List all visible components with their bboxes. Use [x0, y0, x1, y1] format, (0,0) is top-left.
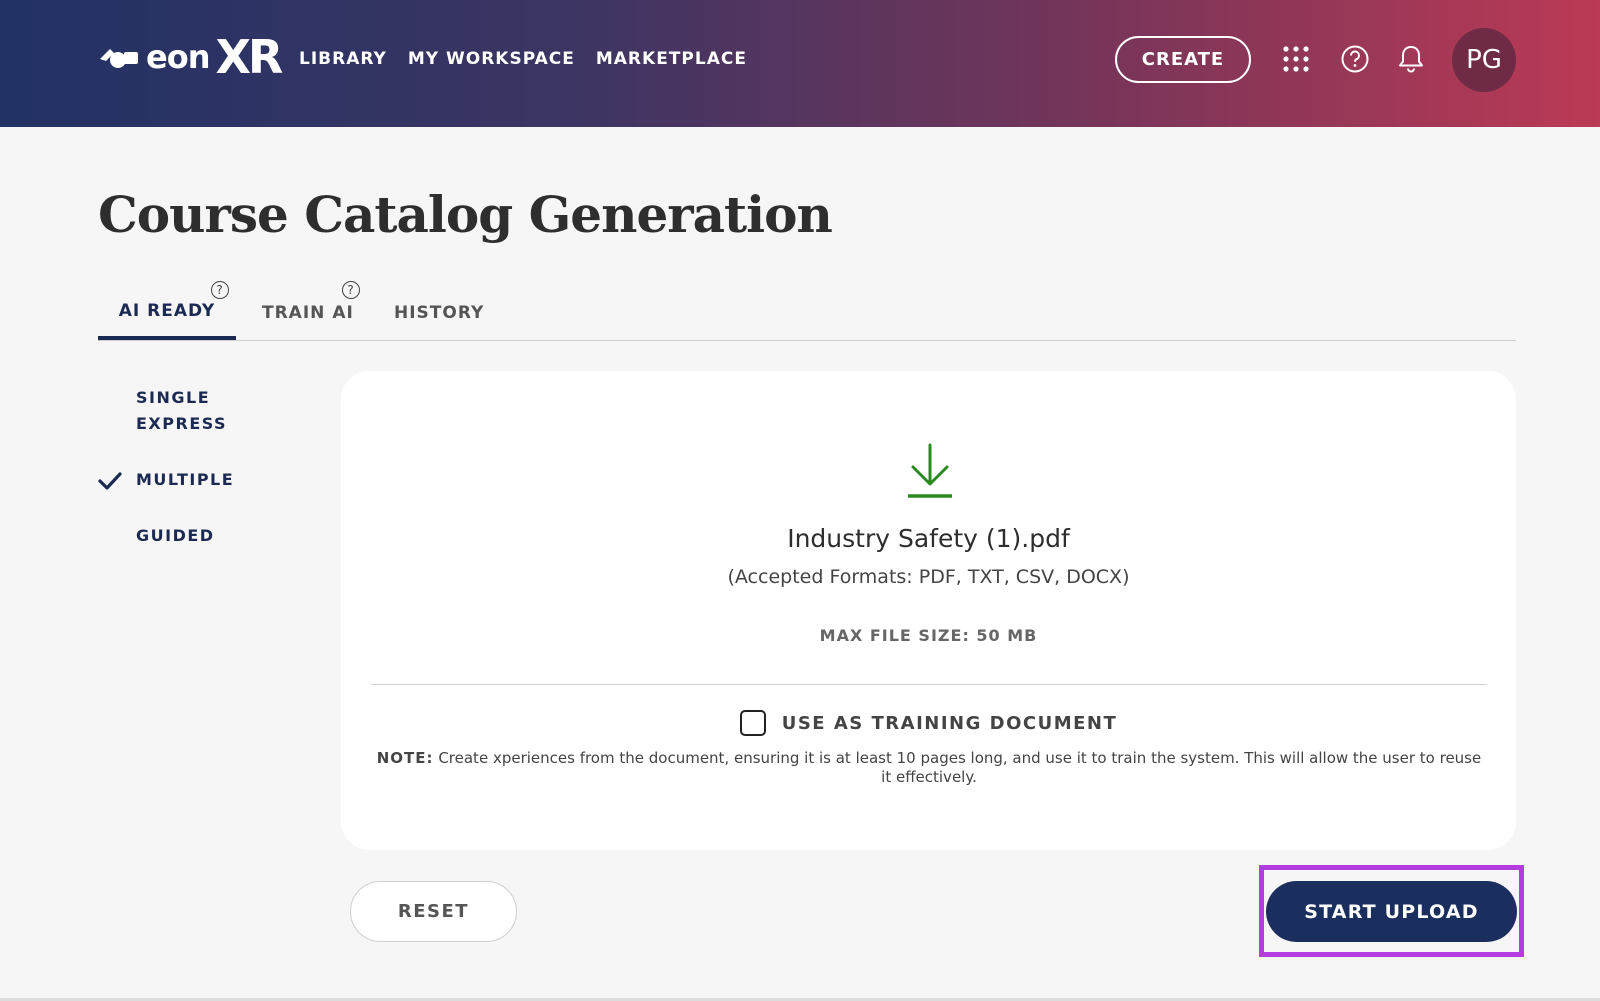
card-divider: [371, 684, 1487, 685]
page-title: Course Catalog Generation: [98, 185, 833, 244]
download-icon[interactable]: [907, 443, 953, 499]
main-nav: LIBRARY MY WORKSPACE MARKETPLACE: [299, 49, 747, 69]
nav-marketplace[interactable]: MARKETPLACE: [596, 49, 747, 69]
tab-history[interactable]: HISTORY: [394, 285, 484, 340]
create-button[interactable]: CREATE: [1115, 36, 1251, 83]
mode-guided-label: GUIDED: [136, 526, 215, 545]
eonxr-logo[interactable]: eon XR: [98, 30, 283, 84]
tab-history-label: HISTORY: [394, 302, 485, 323]
training-document-checkbox[interactable]: [739, 710, 766, 736]
mode-single-express-line2: EXPRESS: [136, 414, 228, 433]
train-ai-help-icon[interactable]: ?: [342, 281, 360, 299]
nav-my-workspace[interactable]: MY WORKSPACE: [408, 49, 575, 69]
tab-ai-ready[interactable]: AI READY ?: [98, 281, 236, 340]
tab-ai-ready-label: AI READY: [118, 300, 216, 321]
selected-file-name: Industry Safety (1).pdf: [787, 524, 1070, 553]
ai-ready-help-icon[interactable]: ?: [211, 281, 229, 299]
tab-bar: AI READY ? TRAIN AI ? HISTORY: [98, 281, 1516, 341]
tab-train-ai[interactable]: TRAIN AI ?: [262, 281, 360, 340]
bell-icon[interactable]: [1394, 42, 1428, 76]
mode-single-express-line1: SINGLE: [136, 388, 211, 407]
user-avatar[interactable]: PG: [1452, 28, 1516, 92]
training-document-label[interactable]: USE AS TRAINING DOCUMENT: [782, 713, 1118, 734]
mode-multiple-label: MULTIPLE: [136, 470, 235, 489]
nav-library[interactable]: LIBRARY: [299, 49, 387, 69]
training-note: NOTE: Create xperiences from the documen…: [371, 749, 1487, 787]
note-label: NOTE:: [376, 749, 434, 767]
logo-xr-text: XR: [215, 30, 283, 84]
training-document-option: USE AS TRAINING DOCUMENT: [341, 710, 1516, 736]
reset-button[interactable]: RESET: [350, 881, 517, 942]
max-file-size: MAX FILE SIZE: 50 MB: [819, 626, 1038, 645]
note-text: Create xperiences from the document, ens…: [438, 749, 1482, 786]
help-icon[interactable]: [1338, 42, 1372, 76]
accepted-formats: (Accepted Formats: PDF, TXT, CSV, DOCX): [727, 566, 1130, 588]
checkmark-icon: [98, 472, 122, 490]
tab-train-ai-label: TRAIN AI: [262, 302, 354, 323]
start-upload-button[interactable]: START UPLOAD: [1266, 881, 1517, 942]
top-navigation-bar: eon XR LIBRARY MY WORKSPACE MARKETPLACE …: [0, 0, 1600, 127]
upload-card: Industry Safety (1).pdf (Accepted Format…: [341, 371, 1516, 850]
apps-grid-icon[interactable]: [1279, 42, 1313, 76]
logo-mark-icon: [100, 49, 138, 68]
logo-text: eon: [146, 38, 210, 76]
